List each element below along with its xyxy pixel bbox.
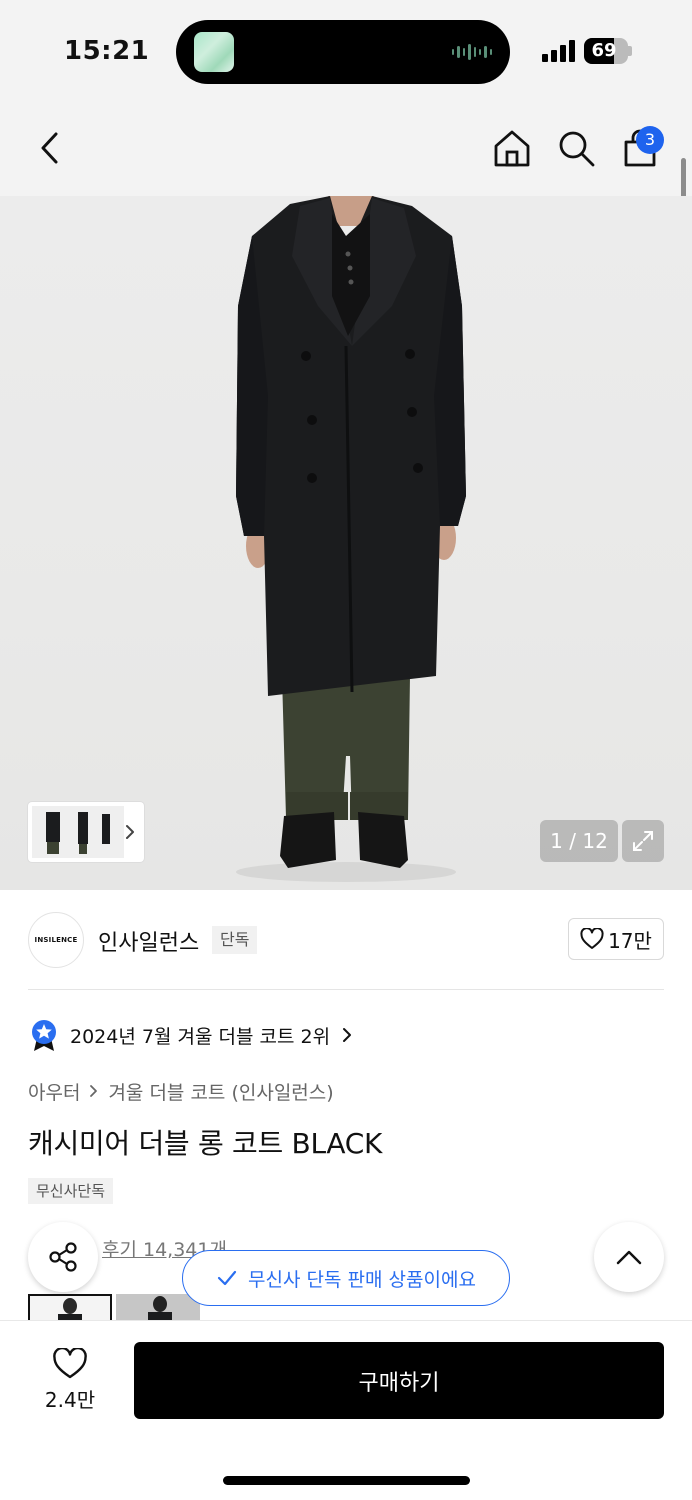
audio-waveform-icon xyxy=(452,42,492,62)
chevron-right-icon xyxy=(343,1028,352,1042)
image-counter: 1 / 12 xyxy=(540,820,618,862)
battery-icon: 69 xyxy=(584,38,628,64)
expand-icon xyxy=(633,831,653,851)
exclusive-toast: 무신사 단독 판매 상품이에요 xyxy=(182,1250,510,1306)
now-playing-artwork xyxy=(194,32,234,72)
like-button[interactable]: 2.4만 xyxy=(28,1340,112,1420)
chevron-left-icon xyxy=(41,132,58,164)
buy-button[interactable]: 구매하기 xyxy=(134,1342,664,1419)
breadcrumb-category[interactable]: 아우터 xyxy=(28,1078,80,1105)
dynamic-island[interactable] xyxy=(176,20,510,84)
exclusive-badge: 단독 xyxy=(212,926,258,954)
back-button[interactable] xyxy=(26,124,74,172)
search-icon xyxy=(559,131,595,167)
ranking-text: 2024년 7월 겨울 더블 코트 2위 xyxy=(70,1025,331,1048)
chevron-up-icon xyxy=(616,1250,642,1265)
brand-name[interactable]: 인사일런스 xyxy=(98,925,199,957)
heart-icon xyxy=(53,1347,87,1378)
ranking-medal-icon xyxy=(32,1020,56,1051)
breadcrumb: 아우터 겨울 더블 코트 (인사일런스) xyxy=(28,1076,334,1106)
share-button[interactable] xyxy=(28,1222,98,1292)
like-count: 2.4만 xyxy=(44,1387,96,1412)
product-title: 캐시미어 더블 롱 코트 BLACK xyxy=(28,1127,383,1160)
scroll-to-top-button[interactable] xyxy=(594,1222,664,1292)
cart-count-badge: 3 xyxy=(636,126,664,154)
product-tag: 무신사단독 xyxy=(28,1178,114,1204)
chevron-right-icon xyxy=(90,1085,98,1097)
brand-logo[interactable]: INSILENCE xyxy=(28,912,84,968)
check-icon xyxy=(217,1270,237,1286)
chevron-right-icon xyxy=(126,825,134,839)
status-time: 15:21 xyxy=(64,36,150,66)
breadcrumb-subcategory[interactable]: 겨울 더블 코트 (인사일런스) xyxy=(108,1078,333,1105)
toast-text: 무신사 단독 판매 상품이에요 xyxy=(248,1268,476,1291)
home-icon xyxy=(494,130,530,167)
home-indicator xyxy=(223,1476,470,1485)
heart-icon xyxy=(580,928,604,949)
status-bar: 15:21 69 xyxy=(0,0,692,100)
model-coat-photo xyxy=(236,196,466,882)
signal-icon xyxy=(542,40,576,62)
nav-bar xyxy=(0,100,692,196)
battery-level: 69 xyxy=(591,40,617,61)
share-icon xyxy=(49,1242,77,1272)
home-button[interactable] xyxy=(488,124,536,172)
brand-like-count: 17만 xyxy=(608,928,652,953)
expand-button[interactable] xyxy=(622,820,664,862)
battery-nub xyxy=(628,46,632,56)
search-button[interactable] xyxy=(552,124,600,172)
thumbnail-preview xyxy=(32,806,124,858)
product-image[interactable] xyxy=(0,196,692,890)
ranking-link[interactable]: 2024년 7월 겨울 더블 코트 2위 xyxy=(28,1018,354,1052)
divider xyxy=(28,989,664,990)
brand-logo-text: INSILENCE xyxy=(34,936,78,944)
brand-like-button[interactable]: 17만 xyxy=(568,918,664,960)
